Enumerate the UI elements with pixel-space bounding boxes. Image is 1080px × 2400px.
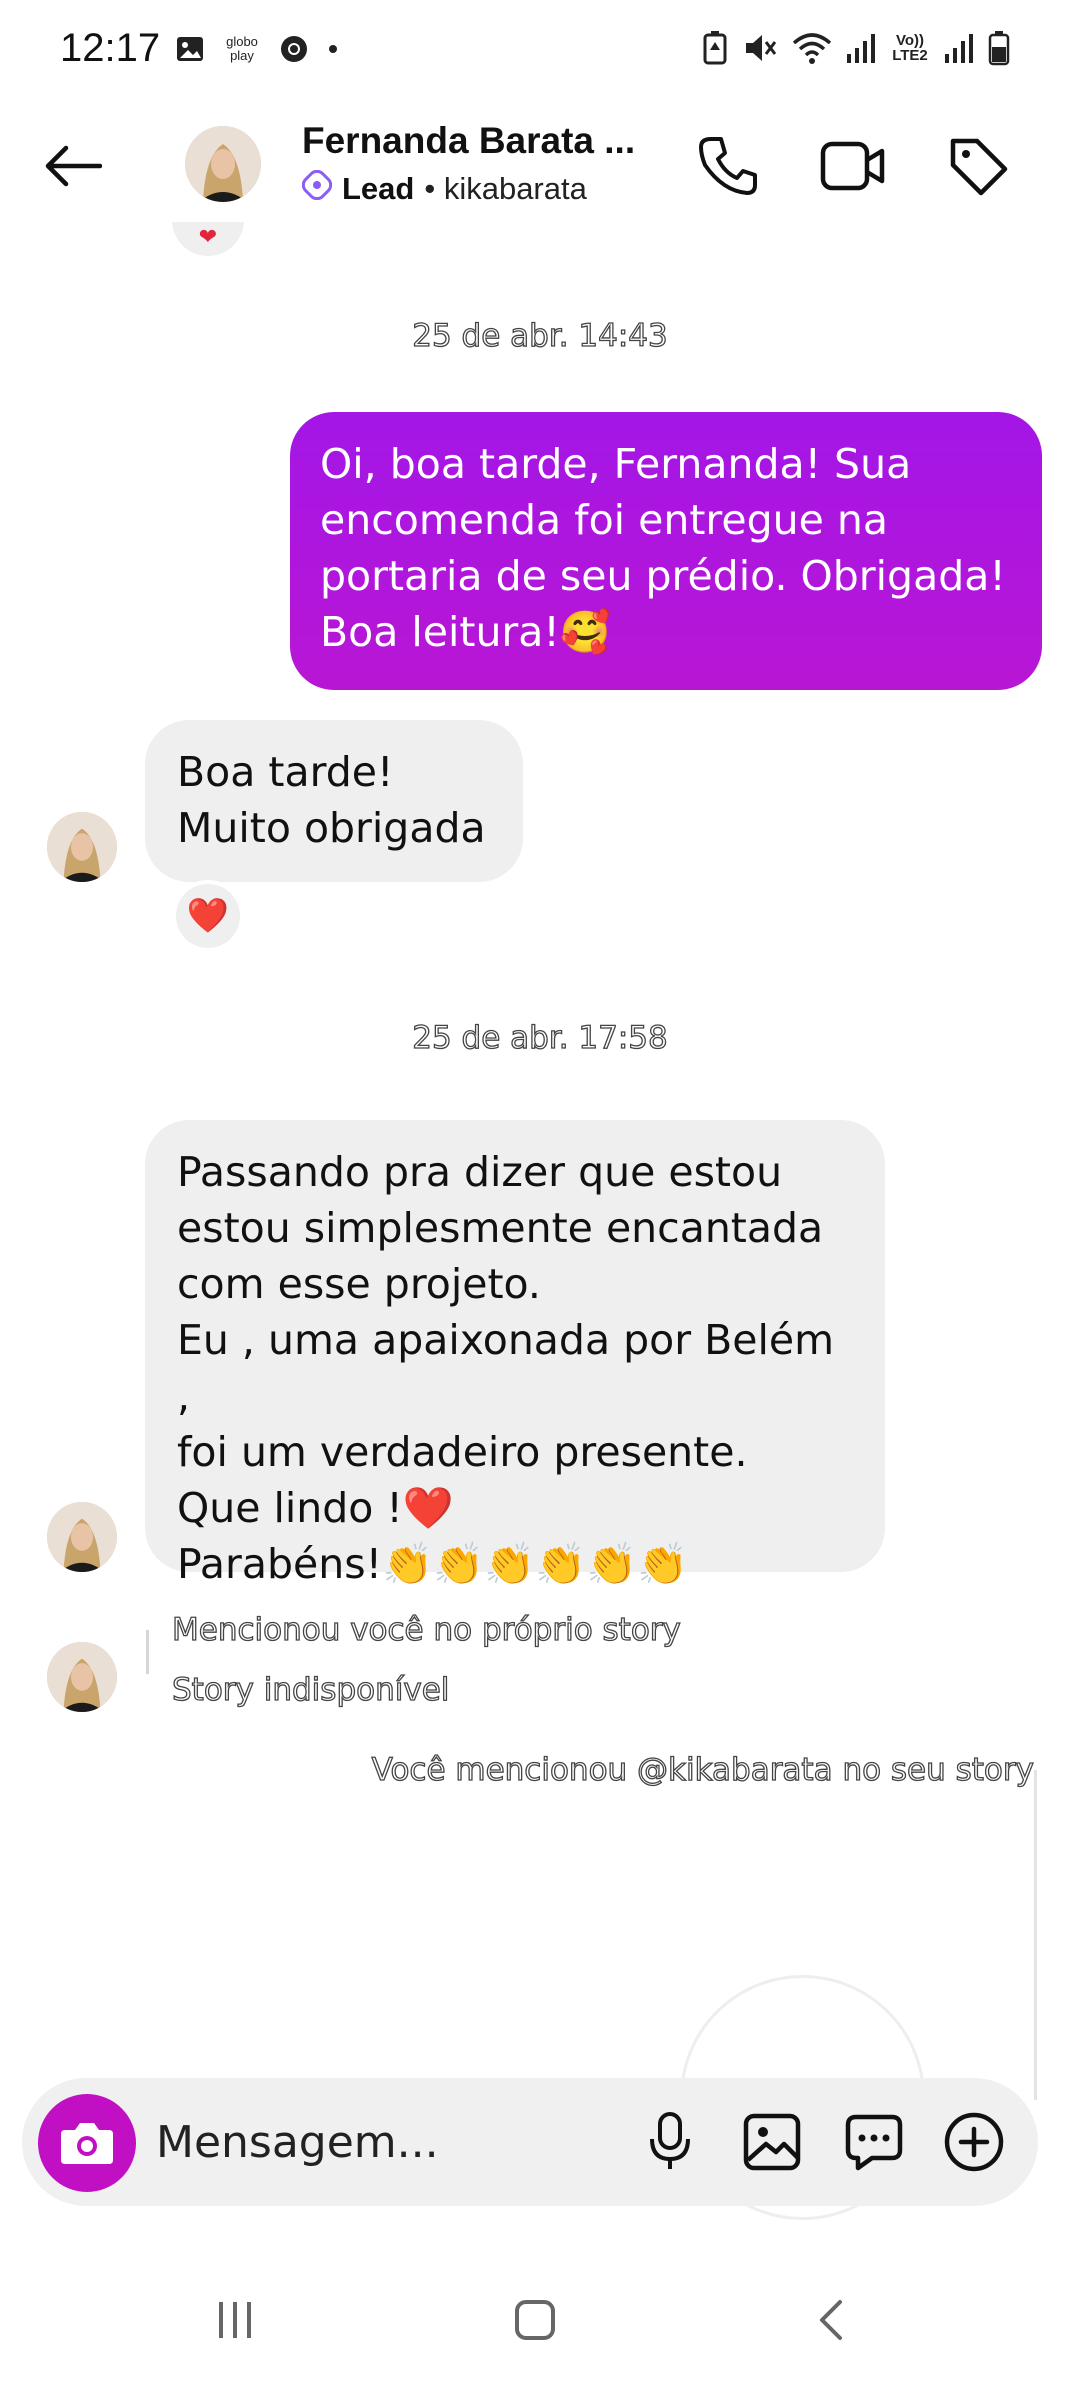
status-time: 12:17 (60, 26, 161, 70)
contact-subtitle: Lead • kikabarata (301, 169, 587, 208)
voice-call-button[interactable] (690, 128, 766, 204)
chat-bubble-icon (845, 2114, 903, 2171)
microphone-icon (650, 2112, 690, 2169)
story-unavailable-text: Story indisponível (171, 1671, 450, 1708)
battery-saver-icon (702, 30, 728, 66)
recents-button[interactable] (190, 2280, 280, 2360)
label-button[interactable] (940, 128, 1016, 204)
back-nav-button[interactable] (786, 2280, 876, 2360)
gallery-icon (175, 34, 205, 64)
chat-screen: 12:17 globo play Vo)) LTE2 Fernanda Bara… (0, 0, 1080, 2400)
home-button[interactable] (490, 2280, 580, 2360)
home-icon (515, 2300, 555, 2340)
tag-icon (950, 138, 1008, 196)
sender-avatar[interactable] (47, 1642, 117, 1712)
lead-label: Lead (342, 171, 415, 206)
system-nav-bar (0, 2230, 1080, 2400)
chat-header: Fernanda Barata ... Lead • kikabarata (0, 100, 1080, 235)
contact-username: • kikabarata (424, 171, 587, 206)
sender-avatar[interactable] (47, 1502, 117, 1572)
gallery-button[interactable] (736, 2106, 808, 2178)
video-call-button[interactable] (815, 128, 891, 204)
camera-button[interactable] (38, 2094, 136, 2192)
volte-icon: Vo)) LTE2 (892, 32, 928, 64)
camera-icon (61, 2123, 113, 2164)
story-reply-bar (146, 1630, 149, 1674)
sender-avatar[interactable] (47, 812, 117, 882)
partial-reaction: ❤ (172, 222, 244, 256)
back-button[interactable] (36, 130, 108, 202)
heart-icon: ❤️ (186, 897, 230, 935)
dot-icon (327, 43, 339, 55)
contact-avatar[interactable] (185, 126, 261, 202)
timestamp: 25 de abr. 14:43 (412, 317, 669, 354)
status-right-icons: Vo)) LTE2 (702, 30, 1010, 66)
back-arrow-icon (45, 145, 102, 187)
video-icon (820, 141, 885, 191)
incoming-message[interactable]: Boa tarde! Muito obrigada (145, 720, 523, 882)
battery-icon (988, 30, 1010, 66)
contact-name[interactable]: Fernanda Barata ... (302, 120, 642, 162)
phone-icon (699, 137, 757, 195)
story-mention-text: Mencionou você no próprio story (171, 1611, 681, 1648)
mute-icon (742, 30, 778, 66)
signal-icon (944, 32, 974, 64)
voice-message-button[interactable] (634, 2106, 706, 2178)
lead-badge-icon (301, 169, 333, 208)
status-left-icons: globo play (175, 34, 339, 64)
recents-icon (219, 2302, 251, 2338)
gallery-icon (743, 2113, 801, 2171)
more-options-button[interactable] (938, 2106, 1010, 2178)
back-chevron-icon (820, 2300, 842, 2340)
status-bar: 12:17 globo play Vo)) LTE2 (0, 0, 1080, 100)
wifi-icon (792, 31, 832, 65)
message-composer (22, 2078, 1038, 2206)
scrollbar[interactable] (1034, 1770, 1037, 2100)
own-story-mention-text: Você mencionou @kikabarata no seu story (371, 1751, 1035, 1788)
chrome-icon (279, 34, 309, 64)
quick-replies-button[interactable] (838, 2106, 910, 2178)
message-input[interactable] (156, 2114, 616, 2170)
plus-circle-icon (944, 2112, 1004, 2172)
heart-reaction[interactable]: ❤️ (172, 880, 244, 952)
incoming-message[interactable]: Passando pra dizer que estou estou simpl… (145, 1120, 885, 1588)
signal-icon (846, 32, 876, 64)
globoplay-icon: globo play (226, 34, 258, 63)
timestamp: 25 de abr. 17:58 (412, 1019, 669, 1056)
outgoing-message[interactable]: Oi, boa tarde, Fernanda! Sua encomenda f… (290, 412, 1042, 690)
